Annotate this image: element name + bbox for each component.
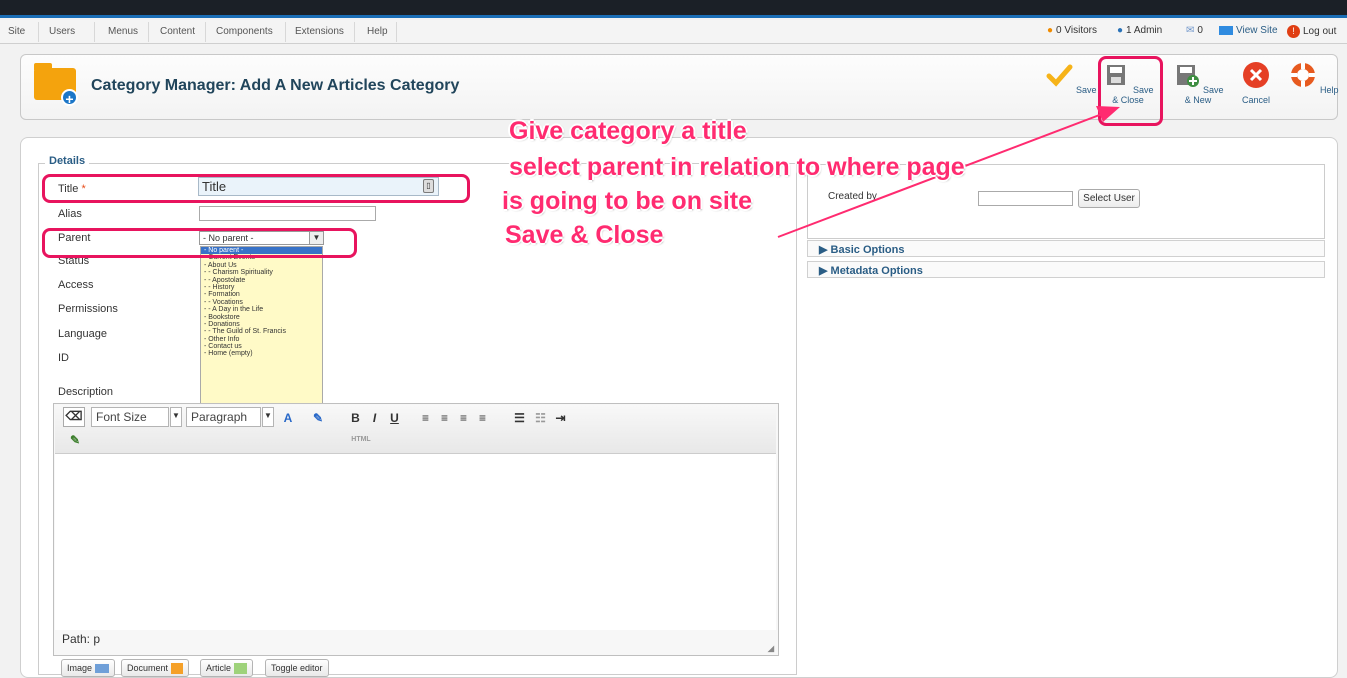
annotation-line-3: is going to be on site <box>502 187 752 215</box>
annotation-line-1: Give category a title <box>509 117 747 145</box>
annotation-line-2: select parent in relation to where page <box>509 153 965 181</box>
annotation-arrow <box>777 106 1120 238</box>
annotation-line-4: Save & Close <box>505 221 664 249</box>
